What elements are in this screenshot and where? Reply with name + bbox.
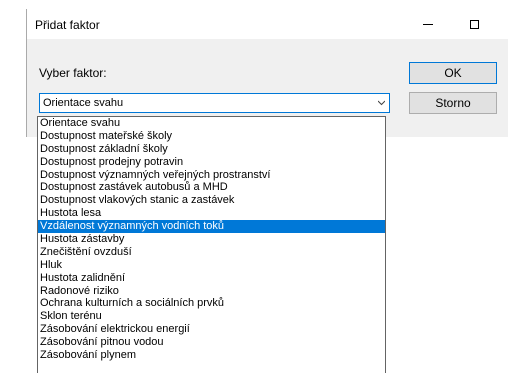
dropdown-option[interactable]: Zásobování plynem: [38, 349, 385, 362]
chevron-down-icon: [378, 100, 385, 106]
dropdown-option[interactable]: Ochrana kulturních a sociálních prvků: [38, 297, 385, 310]
dropdown-option[interactable]: Dostupnost významných veřejných prostran…: [38, 169, 385, 182]
factor-label: Vyber faktor:: [39, 66, 107, 80]
dropdown-option[interactable]: Hustota lesa: [38, 207, 385, 220]
background-strip: [0, 0, 508, 9]
cancel-button[interactable]: Storno: [409, 92, 497, 114]
dropdown-option[interactable]: Dostupnost zastávek autobusů a MHD: [38, 181, 385, 194]
dropdown-option[interactable]: Dostupnost vlakových stanic a zastávek: [38, 194, 385, 207]
dropdown-option[interactable]: Orientace svahu: [38, 117, 385, 130]
factor-combobox[interactable]: Orientace svahu: [39, 93, 390, 113]
maximize-button[interactable]: [451, 9, 497, 39]
dropdown-option[interactable]: Dostupnost základní školy: [38, 143, 385, 156]
factor-dropdown-list[interactable]: Orientace svahu Dostupnost mateřské škol…: [37, 116, 386, 373]
dropdown-option[interactable]: Hustota zástavby: [38, 233, 385, 246]
close-button[interactable]: ✕: [497, 9, 508, 39]
dropdown-option[interactable]: Zásobování elektrickou energií: [38, 323, 385, 336]
dropdown-option[interactable]: Vzdálenost významných vodních toků: [38, 220, 385, 234]
dropdown-option[interactable]: Radonové riziko: [38, 285, 385, 298]
ok-button[interactable]: OK: [409, 62, 497, 84]
maximize-icon: [469, 19, 479, 29]
dropdown-option[interactable]: Znečištění ovzduší: [38, 246, 385, 259]
dropdown-option[interactable]: Hluk: [38, 259, 385, 272]
dialog-title: Přidat faktor: [35, 18, 100, 32]
dropdown-option[interactable]: Hustota zalidnění: [38, 272, 385, 285]
dropdown-option[interactable]: Sklon terénu: [38, 310, 385, 323]
minimize-button[interactable]: [405, 9, 451, 39]
dropdown-option[interactable]: Zásobování pitnou vodou: [38, 336, 385, 349]
dropdown-option[interactable]: Dostupnost prodejny potravin: [38, 156, 385, 169]
minimize-icon: [423, 23, 433, 25]
combobox-value: Orientace svahu: [43, 97, 124, 109]
dropdown-option[interactable]: Dostupnost mateřské školy: [38, 130, 385, 143]
title-bar[interactable]: Přidat faktor ✕: [27, 9, 508, 39]
